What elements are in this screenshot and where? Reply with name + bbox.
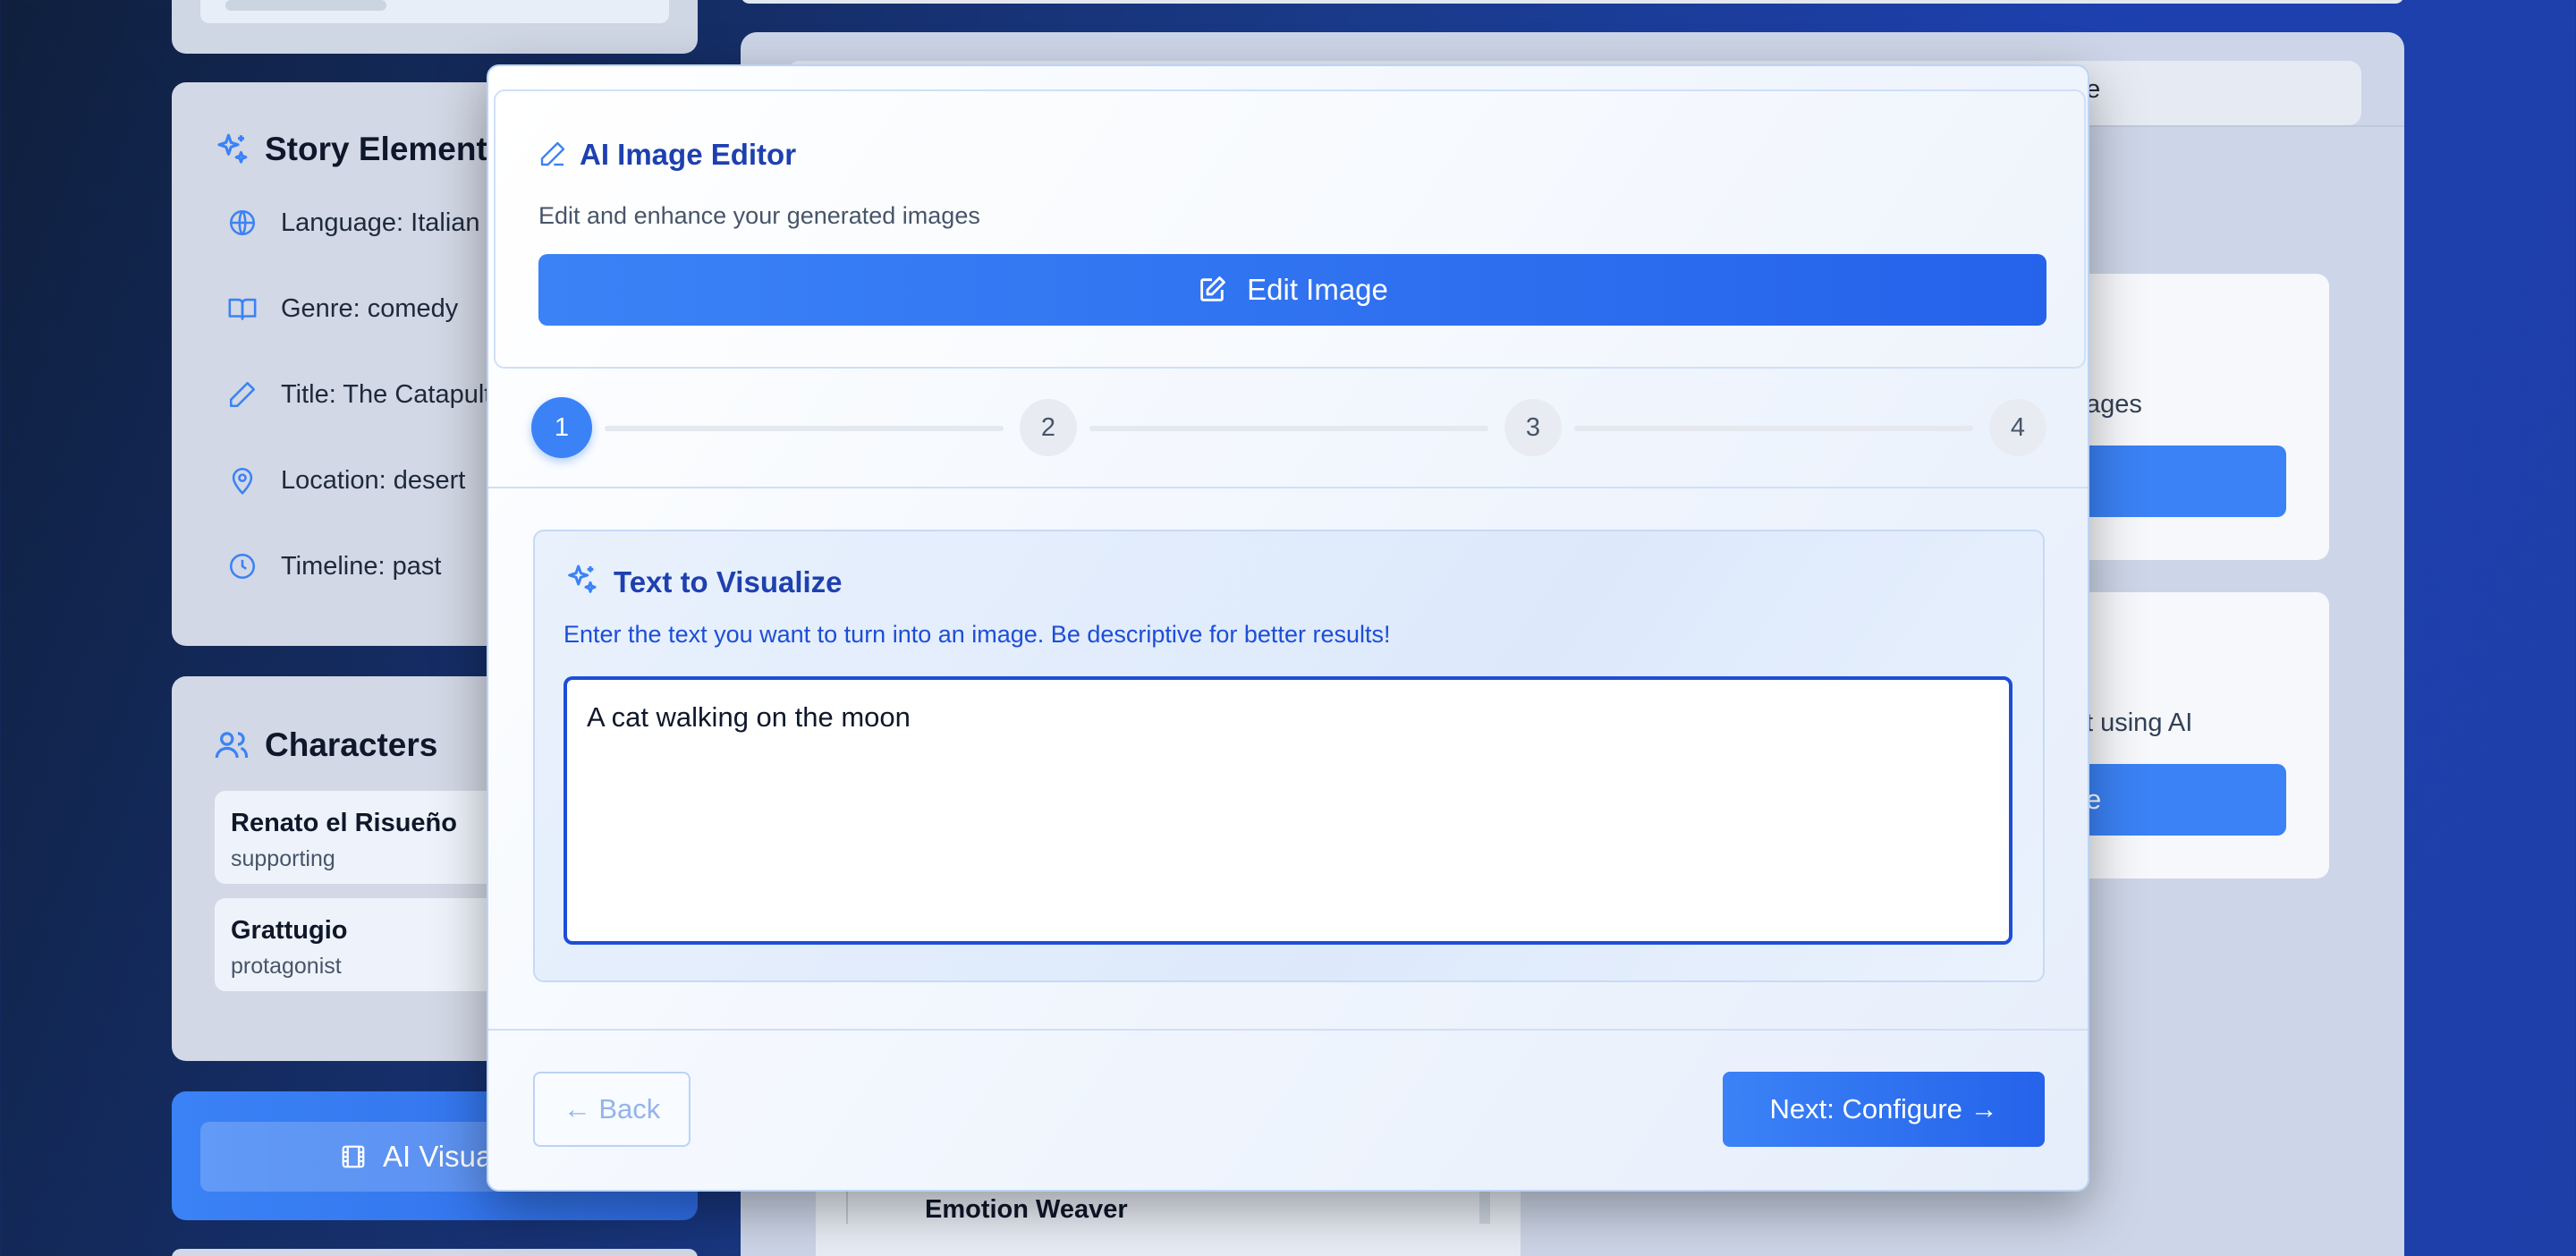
step-1[interactable]: 1 [531,397,592,458]
story-item-genre: Genre: comedy [227,293,458,324]
story-item-label: Language: Italian [281,208,480,237]
story-item-timeline: Timeline: past [227,551,441,581]
step-connector [605,426,1004,431]
sparkles-icon [217,133,248,164]
emotion-label[interactable]: Emotion Weaver [925,1195,1128,1225]
feature-card-text: ages [2086,390,2142,419]
top-card [172,0,698,54]
characters-title: Characters [265,726,438,763]
users-icon [215,732,249,759]
character-name: Renato el Risueño [231,809,457,837]
story-item-label: Genre: comedy [281,293,459,323]
editor-title: AI Image Editor [580,138,797,171]
stepper: 1 2 3 4 [531,397,2061,460]
back-button[interactable]: ← Back [533,1072,691,1147]
editor-subtitle: Edit and enhance your generated images [538,202,980,229]
editor-header-card: AI Image Editor Edit and enhance your ge… [494,89,2086,369]
text-to-visualize-title: Text to Visualize [614,565,843,598]
next-label: Next: Configure → [1769,1093,1998,1124]
text-to-visualize-help: Enter the text you want to turn into an … [564,621,1391,648]
story-item-title: Title: The Catapult [227,379,491,410]
step-3[interactable]: 3 [1504,399,1562,456]
pencil-icon [229,381,256,408]
book-open-icon [228,298,257,320]
footer-divider [488,1029,2088,1031]
edit-image-button[interactable]: Edit Image [538,254,2046,326]
story-elements-title: Story Elements [265,131,506,167]
pencil-icon [540,141,565,166]
edit-square-icon [1200,276,1225,301]
visualize-text-input[interactable]: A cat walking on the moon [564,676,2012,945]
character-name: Grattugio [231,916,348,945]
globe-icon [229,209,256,236]
clock-icon [229,553,256,580]
story-item-label: Timeline: past [281,551,442,581]
step-connector [1574,426,1973,431]
bottom-panel-stub [172,1249,698,1256]
story-item-location: Location: desert [227,465,465,496]
step-connector [1089,426,1488,431]
step-2[interactable]: 2 [1020,399,1077,456]
back-label: ← Back [563,1093,661,1124]
step-4[interactable]: 4 [1989,399,2046,456]
feature-card-text: t using AI [2086,709,2193,737]
next-configure-button[interactable]: Next: Configure → [1723,1072,2045,1147]
character-role: protagonist [231,954,342,979]
top-card-pill [225,0,386,11]
story-item-language: Language: Italian [227,208,480,238]
image-editor-modal: AI Image Editor Edit and enhance your ge… [487,64,2089,1192]
sparkles-icon [568,564,597,593]
story-item-label: Location: desert [281,465,466,495]
feature-card-button[interactable] [2057,446,2286,517]
story-item-label: Title: The Catapult [281,379,492,409]
map-pin-icon [232,467,253,495]
stepper-divider [488,487,2088,488]
film-icon [342,1145,365,1168]
edit-image-label: Edit Image [1247,273,1388,306]
main-top-strip [741,0,2404,4]
character-role: supporting [231,846,335,871]
